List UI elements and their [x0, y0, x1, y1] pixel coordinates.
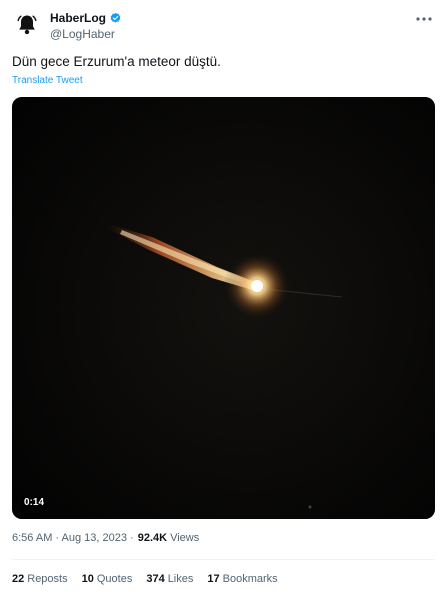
- avatar[interactable]: [12, 10, 42, 40]
- bell-icon: [17, 15, 37, 35]
- verified-badge-icon: [110, 12, 121, 23]
- divider: [12, 559, 435, 560]
- stat-label: Likes: [167, 573, 194, 585]
- stat-likes[interactable]: 374 Likes: [146, 573, 193, 585]
- stat-count: 10: [81, 573, 94, 585]
- tweet-text: Dün gece Erzurum'a meteor düştü.: [12, 54, 221, 69]
- stat-count: 22: [12, 573, 25, 585]
- engagement-stats: 22 Reposts 10 Quotes 374 Likes 17 Bookma…: [12, 573, 278, 585]
- display-name[interactable]: HaberLog: [50, 11, 106, 25]
- more-horizontal-icon: [416, 17, 432, 21]
- stat-quotes[interactable]: 10 Quotes: [82, 573, 133, 585]
- video-duration: 0:14: [21, 496, 48, 509]
- author-names: HaberLog @LogHaber: [50, 10, 122, 41]
- stat-count: 17: [207, 573, 220, 585]
- more-options-button[interactable]: [411, 9, 437, 29]
- video-player[interactable]: 0:14: [12, 97, 435, 519]
- stat-label: Bookmarks: [222, 573, 278, 585]
- views-label: Views: [170, 532, 200, 544]
- stat-count: 374: [146, 573, 165, 585]
- translate-tweet-link[interactable]: Translate Tweet: [12, 75, 83, 86]
- tweet-meta: 6:56 AM · Aug 13, 2023 · 92.4K Views: [12, 532, 199, 544]
- handle[interactable]: @LogHaber: [50, 27, 122, 41]
- stat-label: Reposts: [27, 573, 68, 585]
- tweet-card: HaberLog @LogHaber Dün gece Erzurum'a me…: [0, 0, 447, 595]
- stat-reposts[interactable]: 22 Reposts: [12, 573, 68, 585]
- timestamp[interactable]: 6:56 AM · Aug 13, 2023 ·: [12, 532, 134, 544]
- stat-bookmarks[interactable]: 17 Bookmarks: [207, 573, 277, 585]
- meteor-video-frame: [12, 97, 435, 519]
- views-count: 92.4K: [137, 532, 168, 544]
- stat-label: Quotes: [96, 573, 133, 585]
- tweet-header: HaberLog @LogHaber: [12, 9, 437, 43]
